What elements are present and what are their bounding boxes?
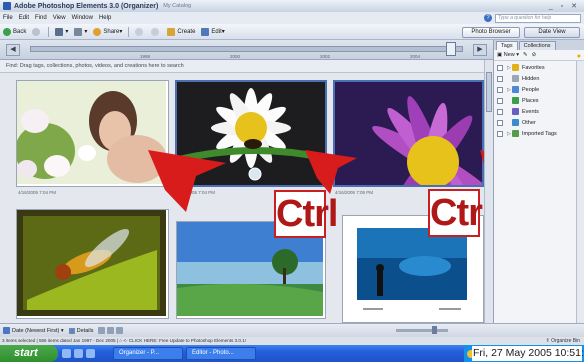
- tag-label: Events: [522, 108, 539, 115]
- slider-knob[interactable]: [432, 326, 437, 334]
- clock: Fri, 27 May 2005 10:51:17: [472, 346, 584, 361]
- new-tag-label: New: [503, 52, 515, 58]
- places-icon: [512, 97, 519, 104]
- tab-collections[interactable]: Collections: [518, 41, 556, 50]
- quick-launch-icon[interactable]: [86, 349, 95, 358]
- tag-checkbox[interactable]: [497, 119, 503, 126]
- taskbar-editor[interactable]: Editor - Photo...: [186, 347, 256, 360]
- tag-checkbox[interactable]: [497, 108, 503, 115]
- other-tag-icon: [512, 119, 519, 126]
- sort-icon: [3, 327, 10, 334]
- tag-list: ▷ Favorites Hidden ▷ People Places Event: [494, 61, 584, 139]
- quick-launch: [62, 347, 110, 360]
- tag-row-hidden[interactable]: Hidden: [494, 73, 584, 84]
- tag-label: Places: [522, 97, 539, 104]
- tag-row-people[interactable]: ▷ People: [494, 84, 584, 95]
- windows-taskbar: start Organizer - P... Editor - Photo...…: [0, 345, 584, 362]
- details-checkbox[interactable]: Details: [68, 327, 94, 334]
- panel-tools: ▣ New ▾ ✎ ⊘ ●: [494, 50, 584, 61]
- delete-icon: [116, 327, 124, 334]
- ctrl-key-label: Ctrl: [428, 189, 492, 237]
- new-tag-button[interactable]: ▣ New ▾: [497, 52, 519, 58]
- system-tray: Fri, 27 May 2005 10:51:17: [464, 345, 584, 362]
- panel-tabs: Tags Collections: [494, 40, 584, 50]
- tag-checkbox[interactable]: [497, 86, 503, 93]
- tag-label: Hidden: [522, 75, 540, 82]
- sort-order-value: Date (Newest First): [12, 327, 60, 334]
- tag-label: Imported Tags: [522, 130, 557, 137]
- scrollbar-thumb[interactable]: [486, 72, 492, 112]
- status-bar: 3 items selected | 556 items dated Jan 1…: [0, 337, 584, 345]
- imported-tags-icon: [512, 130, 519, 137]
- start-button[interactable]: start: [0, 345, 58, 362]
- people-icon: [512, 86, 519, 93]
- tag-row-places[interactable]: Places: [494, 95, 584, 106]
- rotate-icon: [98, 327, 106, 334]
- events-icon: [512, 108, 519, 115]
- tab-tags[interactable]: Tags: [496, 41, 518, 50]
- taskbar-organizer[interactable]: Organizer - P...: [113, 347, 183, 360]
- red-arrow-icon: [148, 150, 226, 212]
- tag-row-events[interactable]: Events: [494, 106, 584, 117]
- delete-tag-button[interactable]: ⊘: [532, 52, 537, 58]
- tag-row-other[interactable]: Other: [494, 117, 584, 128]
- quick-launch-icon[interactable]: [74, 349, 83, 358]
- tag-checkbox[interactable]: [497, 75, 503, 82]
- tag-checkbox[interactable]: [497, 130, 503, 137]
- grid-vertical-scrollbar[interactable]: [484, 60, 493, 323]
- sort-order-select[interactable]: Date (Newest First) ▾: [3, 327, 64, 334]
- tag-checkbox[interactable]: [497, 97, 503, 104]
- tag-label: Other: [522, 119, 536, 126]
- ctrl-key-label: Ctrl: [274, 190, 338, 238]
- tag-label: People: [522, 86, 540, 93]
- hidden-icon: [512, 75, 519, 82]
- red-arrow-icon: [305, 150, 357, 194]
- details-check-icon: [68, 327, 75, 334]
- organize-bin-toggle[interactable]: ⇑ Organize Bin: [546, 337, 580, 345]
- tag-row-imported-tags[interactable]: ▷ Imported Tags: [494, 128, 584, 139]
- edit-tag-button[interactable]: ✎: [523, 52, 528, 58]
- tag-checkbox[interactable]: [497, 64, 503, 71]
- organize-panel: Tags Collections ▣ New ▾ ✎ ⊘ ● ▷ Favorit…: [493, 40, 584, 327]
- rotate-icon: [107, 327, 115, 334]
- status-text: 3 items selected | 556 items dated Jan 1…: [2, 338, 247, 343]
- rotate-buttons[interactable]: [98, 327, 125, 334]
- lightbulb-icon[interactable]: ●: [577, 53, 581, 60]
- tag-row-favorites[interactable]: ▷ Favorites: [494, 62, 584, 73]
- details-label: Details: [76, 327, 94, 334]
- panel-scrollbar[interactable]: [576, 61, 584, 323]
- thumbnail-size-slider[interactable]: [396, 326, 448, 334]
- quick-launch-icon[interactable]: [62, 349, 71, 358]
- star-icon: [512, 64, 519, 71]
- tag-label: Favorites: [522, 64, 545, 71]
- view-options-bar: Date (Newest First) ▾ Details: [0, 323, 584, 337]
